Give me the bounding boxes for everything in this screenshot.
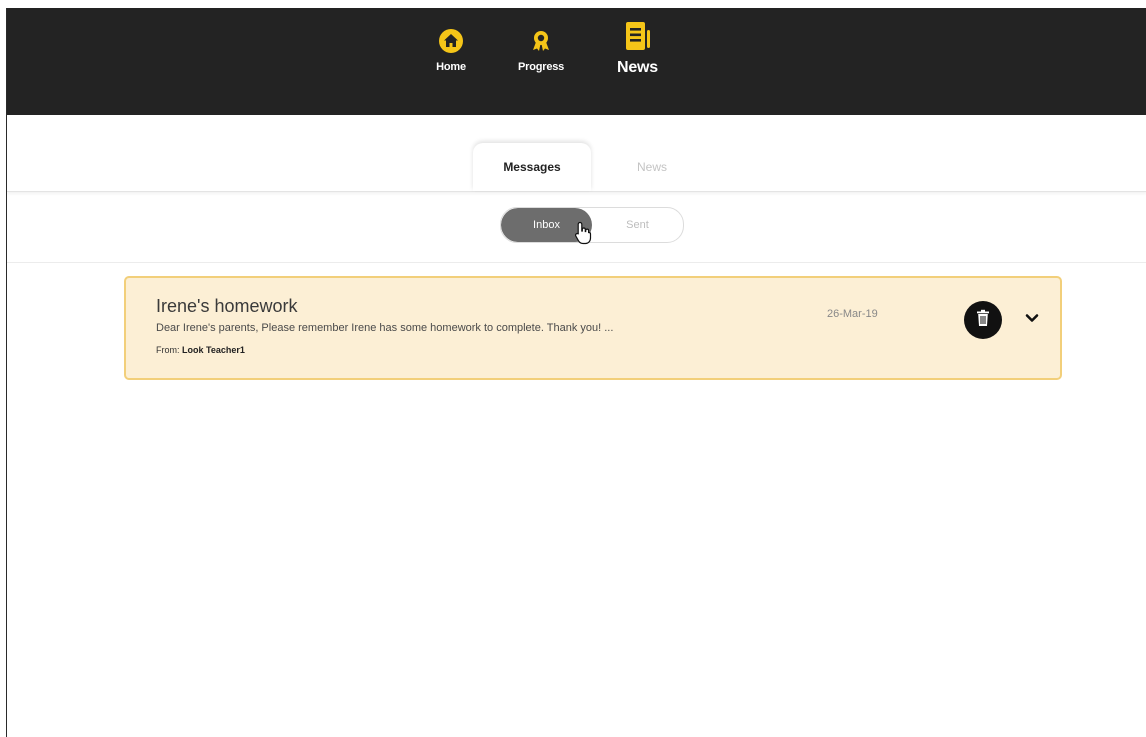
app-frame: Home Progress News Messages News Inbox S… <box>6 8 1146 737</box>
top-nav-bar: Home Progress News <box>7 8 1146 115</box>
message-sender-prefix: From: <box>156 345 180 355</box>
tab-news[interactable]: News <box>607 143 697 191</box>
tabs-row: Messages News <box>7 115 1146 192</box>
nav-item-progress[interactable]: Progress <box>518 26 564 73</box>
newspaper-icon <box>623 22 653 52</box>
message-list-item[interactable]: Irene's homework Dear Irene's parents, P… <box>124 276 1062 380</box>
nav-item-home[interactable]: Home <box>436 26 466 73</box>
message-preview: Dear Irene's parents, Please remember Ir… <box>156 322 614 334</box>
message-date: 26-Mar-19 <box>827 308 878 320</box>
sent-toggle-button[interactable]: Sent <box>592 208 683 242</box>
expand-message-button[interactable] <box>1021 308 1043 330</box>
message-sender: From: Look Teacher1 <box>156 345 245 355</box>
nav-item-news[interactable]: News <box>617 22 658 77</box>
nav-label-home: Home <box>436 61 466 73</box>
home-icon <box>436 26 466 56</box>
nav-label-news: News <box>617 59 658 76</box>
hand-cursor-icon <box>574 221 592 245</box>
chevron-down-icon <box>1025 310 1039 328</box>
trash-icon <box>975 309 991 332</box>
message-subject: Irene's homework <box>156 296 298 316</box>
mailbox-toggle: Inbox Sent <box>500 207 684 243</box>
tab-messages[interactable]: Messages <box>473 143 591 191</box>
award-icon <box>526 26 556 56</box>
nav-label-progress: Progress <box>518 61 565 73</box>
delete-message-button[interactable] <box>964 301 1002 339</box>
message-sender-name: Look Teacher1 <box>182 345 245 355</box>
